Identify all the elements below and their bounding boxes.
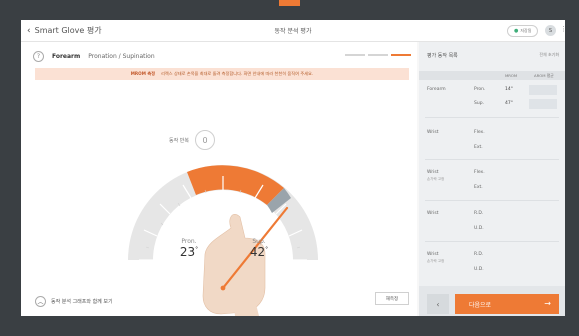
rom-gauge: [128, 165, 318, 316]
save-status-label: 저장됨: [520, 28, 532, 33]
next-button[interactable]: 다음으로 →: [455, 294, 559, 314]
sidebar-column-header: MROM AROM 평균: [419, 71, 565, 80]
sidebar-footer: ‹ 다음으로 →: [419, 286, 565, 316]
gauge-pivot: [220, 285, 226, 291]
evaluation-sidebar: 평가 동작 목록 전체 초기화 MROM AROM 평균 Forearm Pro…: [419, 42, 565, 316]
arrow-right-icon: →: [544, 299, 551, 308]
pronation-value: 23°: [179, 245, 199, 259]
divider: [425, 117, 559, 118]
divider: [425, 159, 559, 160]
column-mrom: MROM: [505, 73, 518, 78]
app-window: ‹ Smart Glove 평가 동작 분석 평가 ● 저장됨 S ⋮ ? Fo…: [21, 20, 565, 316]
graph-toggle[interactable]: ︿ 동작 분석 그래프와 함께 보기: [35, 296, 113, 307]
motion-sub: U.D.: [474, 267, 484, 272]
divider: [425, 241, 559, 242]
motion-sub: R.D.: [474, 211, 484, 216]
sidebar-title: 평가 동작 목록: [427, 53, 458, 59]
pronation-readout: Pron. 23°: [173, 238, 205, 259]
chevron-up-icon[interactable]: ︿: [35, 296, 46, 307]
motion-sub: Flex.: [474, 170, 485, 175]
motion-sub: Ext.: [474, 145, 483, 150]
divider: [425, 200, 559, 201]
status-dot-icon: ●: [514, 28, 519, 34]
motion-sub: Flex.: [474, 130, 485, 135]
mrom-value: 47°: [505, 101, 513, 106]
motion-sub: R.D.: [474, 252, 484, 257]
supination-label: Sup.: [252, 238, 266, 245]
group-label[interactable]: Wrist: [427, 130, 438, 136]
motion-sub: U.D.: [474, 226, 484, 231]
arom-cell: [529, 85, 557, 95]
mrom-value: 14°: [505, 87, 513, 92]
motion-sub: Pron.: [474, 87, 486, 92]
reset-all-link[interactable]: 전체 초기화: [539, 52, 559, 58]
app-header: ‹ Smart Glove 평가 동작 분석 평가 ● 저장됨 S ⋮: [21, 20, 565, 42]
group-label[interactable]: Wrist 손가락 고정: [427, 252, 444, 264]
motion-sub: Ext.: [474, 185, 483, 190]
group-label[interactable]: Wrist: [427, 211, 438, 217]
motion-sub: Sup.: [474, 101, 484, 106]
avatar[interactable]: S: [545, 25, 556, 36]
top-accent-bar: [279, 0, 300, 6]
chevron-left-icon: ‹: [436, 299, 440, 309]
arom-cell: [529, 99, 557, 109]
previous-button[interactable]: ‹: [427, 294, 449, 314]
wrist-illustration: [233, 300, 259, 316]
group-label[interactable]: Forearm: [427, 87, 446, 93]
graph-toggle-label: 동작 분석 그래프와 함께 보기: [51, 299, 113, 305]
save-status-badge[interactable]: ● 저장됨: [507, 25, 539, 37]
hand-illustration: [202, 214, 266, 315]
remeasure-button[interactable]: 재측정: [375, 292, 409, 305]
supination-readout: Sup. 42°: [243, 238, 275, 259]
gauge-range-fill: [187, 165, 284, 205]
supination-value: 42°: [249, 245, 269, 259]
group-label[interactable]: Wrist 손가락 고정: [427, 170, 444, 182]
column-arom: AROM 평균: [534, 73, 554, 78]
page-title: 동작 분석 평가: [274, 28, 312, 35]
more-options-icon[interactable]: ⋮: [560, 25, 565, 33]
pronation-label: Pron.: [181, 238, 197, 245]
next-label: 다음으로: [469, 301, 492, 309]
